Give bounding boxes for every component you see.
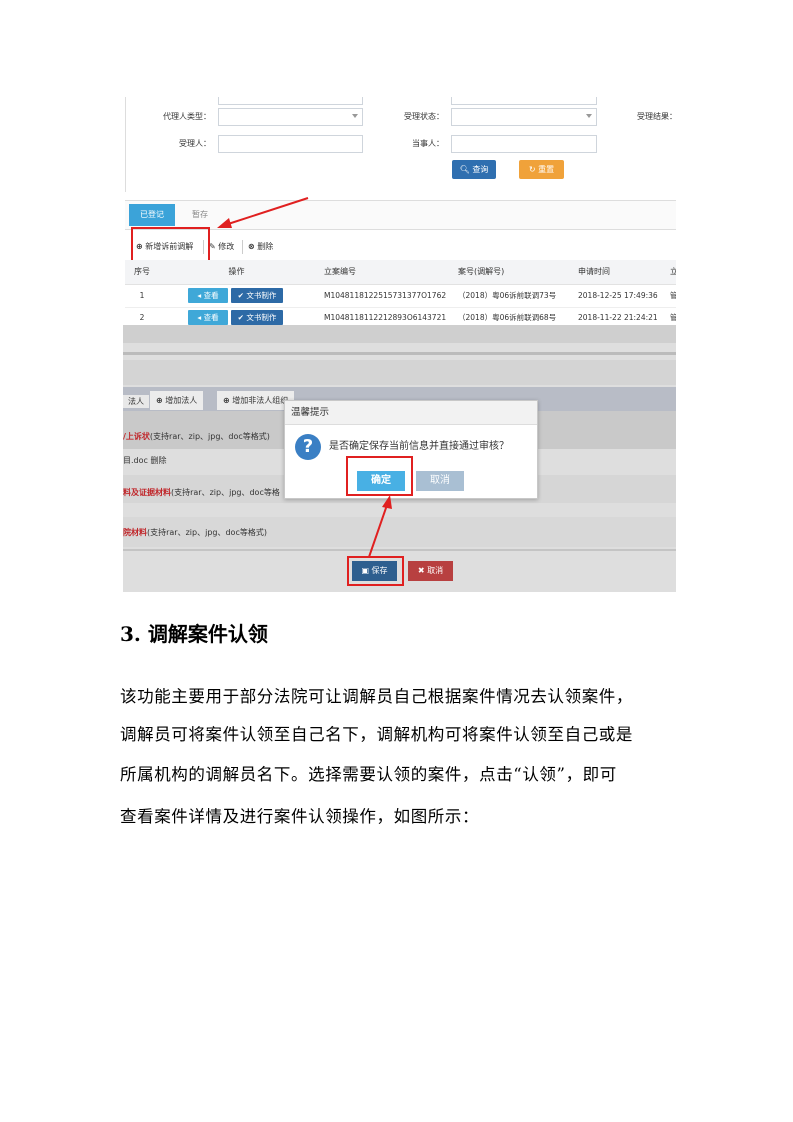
form-band [123,325,676,343]
header-case-no: 案号(调解号) [458,267,505,276]
section-other: 院材料(支持rar、zip、jpg、doc等格式) [123,527,267,538]
section-evidence-hint: (支持rar、zip、jpg、doc等格 [171,488,280,497]
refresh-icon: ↻ [528,165,536,174]
question-icon: ? [295,434,321,460]
dialog-cancel-button[interactable]: 取消 [416,471,464,491]
table-header: 序号 操作 立案编号 案号(调解号) 申请时间 立 [125,260,676,285]
doc-make-button[interactable]: ✔ 文书制作 [231,288,283,303]
section-appeal-title: /上诉状 [123,432,150,441]
dialog-title: 温馨提示 [285,401,537,425]
query-button[interactable]: 🔍︎ 查询 [452,160,496,179]
chevron-down-icon [352,114,358,118]
section-other-hint: (支持rar、zip、jpg、doc等格式) [147,528,267,537]
view-button[interactable]: ◂ 查看 [188,310,228,325]
row-index: 1 [139,291,145,300]
section-evidence-title: 料及证据材料 [123,488,171,497]
table-row[interactable]: 1 ◂ 查看 ✔ 文书制作 M1048118122515731377O1762 … [125,285,676,308]
section-heading: 3. 调解案件认领 [120,622,268,646]
confirm-dialog: 温馨提示 ? 是否确定保存当前信息并直接通过审核？ 确定 取消 [284,400,538,499]
top-input-partial-2[interactable] [451,97,597,105]
view-button[interactable]: ◂ 查看 [188,288,228,303]
section-other-title: 院材料 [123,528,147,537]
form-band [123,360,676,385]
delete-button[interactable]: ⊗ 删除 [248,234,273,260]
section-appeal: /上诉状(支持rar、zip、jpg、doc等格式) [123,431,270,442]
search-icon: 🔍︎ [459,165,470,174]
header-index: 序号 [134,267,150,276]
toolbar-divider [242,240,243,254]
accept-result-label: 受理结果： [637,112,676,121]
delete-label: 删除 [257,242,274,251]
header-extra: 立 [670,267,676,276]
plus-circle-icon: ⊕ [156,396,163,405]
agent-type-label: 代理人类型： [163,112,211,121]
add-person-button[interactable]: 法人 [123,395,149,408]
row-time: 2018-12-25 17:49:36 [578,291,658,300]
reset-button-label: 重置 [538,165,555,174]
doc-make-button[interactable]: ✔ 文书制作 [231,310,283,325]
header-actions: 操作 [228,267,245,276]
query-button-label: 查询 [472,165,489,174]
edit-label: 修改 [218,242,235,251]
dialog-message: 是否确定保存当前信息并直接通过审核？ [329,441,509,452]
edit-icon: ✎ [209,242,216,251]
row-index: 2 [139,313,145,322]
close-circle-icon: ⊗ [248,242,255,251]
table-row[interactable]: 2 ◂ 查看 ✔ 文书制作 M1048118112212893O6143721 … [125,307,676,325]
top-input-partial-1[interactable] [218,97,363,105]
chevron-down-icon [586,114,592,118]
row-case-no: （2018）粤06诉前联调73号 [458,291,557,300]
annotation-arrow [217,197,309,228]
uploaded-file: 目.doc 删除 [123,455,166,466]
save-confirm-screenshot: 法人 ⊕ 增加法人 ⊕ 增加非法人组织 /上诉状(支持rar、zip、jpg、d… [123,325,676,592]
row-time: 2018-11-22 21:24:21 [578,313,658,322]
form-divider [123,352,676,355]
accept-status-select[interactable] [451,108,597,126]
row-case-id: M1048118112212893O6143721 [324,313,447,322]
acceptor-input[interactable] [218,135,363,153]
party-input[interactable] [451,135,597,153]
doc-make-label: 文书制作 [246,291,277,300]
file-delete-link[interactable]: 删除 [150,456,166,465]
paragraph-line: 查看案件详情及进行案件认领操作，如图所示： [120,807,480,826]
paragraph-line: 调解员可将案件认领至自己名下，调解机构可将案件认领至自己或是 [120,725,633,744]
row-case-id: M1048118122515731377O1762 [324,291,447,300]
reset-button[interactable]: ↻ 重置 [519,160,564,179]
add-org-label: 增加非法人组织 [232,396,289,405]
view-label: 查看 [203,313,219,322]
annotation-box-confirm [346,456,413,496]
annotation-arrow [368,495,392,558]
section-evidence: 料及证据材料(支持rar、zip、jpg、doc等格 [123,487,280,498]
doc-make-label: 文书制作 [246,313,277,322]
case-list-screenshot: 代理人类型： 受理状态： 受理结果： 受理人： 当事人： 🔍︎ 查询 ↻ 重置 … [125,97,676,325]
party-label: 当事人： [412,139,444,148]
header-case-id: 立案编号 [324,267,356,276]
row-extra: 管 [670,313,676,322]
cancel-form-button[interactable]: ✖ 取消 [408,561,453,581]
annotation-box-add [131,227,210,262]
header-time: 申请时间 [578,267,610,276]
edit-button[interactable]: ✎ 修改 [209,234,234,260]
row-extra: 管 [670,291,676,300]
acceptor-label: 受理人： [179,139,211,148]
paragraph-line: 所属机构的调解员名下。选择需要认领的案件，点击“认领”，即可 [120,765,617,784]
add-legal-person-button[interactable]: ⊕ 增加法人 [150,391,204,410]
row-case-no: （2018）粤06诉前联调68号 [458,313,557,322]
add-org-button[interactable]: ⊕ 增加非法人组织 [217,391,295,410]
view-label: 查看 [203,291,219,300]
accept-status-label: 受理状态： [404,112,444,121]
panel-border [125,97,126,192]
cancel-form-label: 取消 [427,566,444,575]
tab-registered[interactable]: 已登记 [129,204,175,226]
agent-type-select[interactable] [218,108,363,126]
section-appeal-hint: (支持rar、zip、jpg、doc等格式) [149,432,270,441]
close-icon: ✖ [417,566,425,575]
add-legal-person-label: 增加法人 [165,396,198,405]
paragraph-line: 该功能主要用于部分法院可让调解员自己根据案件情况去认领案件， [120,687,633,706]
plus-circle-icon: ⊕ [223,396,230,405]
file-name: 目.doc [123,456,148,465]
